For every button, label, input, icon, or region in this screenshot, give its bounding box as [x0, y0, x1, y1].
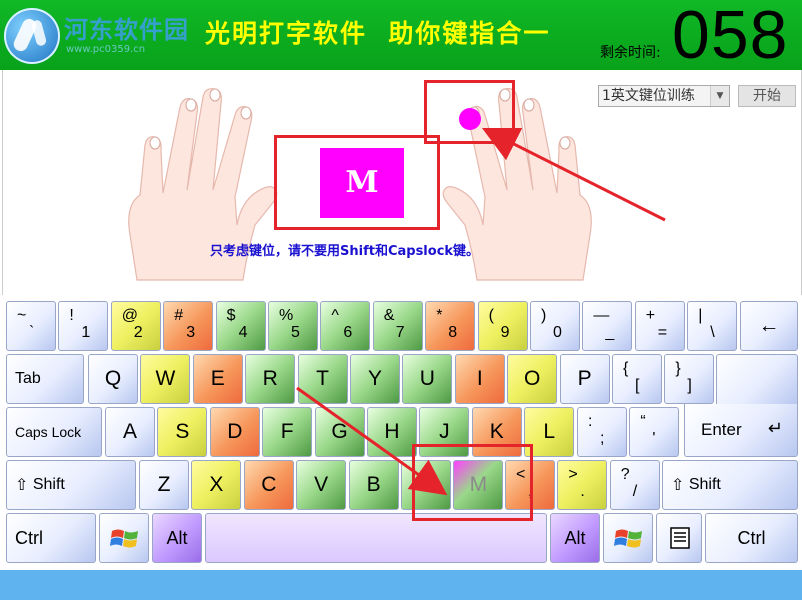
finger-highlight	[424, 80, 515, 144]
key--11[interactable]: — _	[582, 301, 633, 351]
key-0-10[interactable]: ) 0	[530, 301, 580, 351]
target-key-highlight	[274, 135, 440, 230]
mode-select-value: 1英文键位训练	[602, 88, 695, 104]
key-y[interactable]: Y	[350, 354, 400, 404]
site-name: 河东软件园	[64, 15, 189, 44]
timer-label: 剩余时间:	[600, 45, 661, 61]
keyboard-key-highlight	[412, 444, 533, 521]
key-t[interactable]: T	[297, 354, 348, 404]
key-alt-left[interactable]: Alt	[152, 513, 202, 563]
key-6-6[interactable]: ^ 6	[320, 301, 371, 351]
hint-text: 只考虑键位，请不要用Shift和Capslock键。	[210, 244, 480, 259]
key-g[interactable]: G	[314, 407, 365, 457]
key-menu[interactable]	[656, 513, 702, 563]
windows-logo-icon	[614, 529, 642, 548]
key-o[interactable]: O	[507, 354, 558, 404]
key-z[interactable]: Z	[139, 460, 189, 510]
virtual-keyboard: ← Tab Caps Lock Enter ↵ ⇧ Shift ⇧ Shift …	[2, 297, 800, 570]
status-bar	[0, 570, 802, 600]
key-p[interactable]: P	[559, 354, 610, 404]
key-r[interactable]: R	[245, 354, 296, 404]
key-1-1[interactable]: ! 1	[58, 301, 109, 351]
key-2-2[interactable]: @2	[110, 301, 161, 351]
key-7-7[interactable]: & 7	[372, 301, 423, 351]
key-w[interactable]: W	[140, 354, 191, 404]
key-alt-right[interactable]: Alt	[550, 513, 600, 563]
key-5-5[interactable]: % 5	[268, 301, 318, 351]
key-ctrl-right[interactable]: Ctrl	[705, 513, 798, 563]
site-url: www.pc0359.cn	[66, 44, 146, 55]
key-s[interactable]: S	[157, 407, 208, 457]
start-button[interactable]: 开始	[738, 85, 796, 107]
key-u[interactable]: U	[402, 354, 453, 404]
key-c[interactable]: C	[243, 460, 294, 510]
key-d[interactable]: D	[209, 407, 260, 457]
app-title: 光明打字软件 助你键指合一	[205, 19, 551, 48]
key-i[interactable]: I	[454, 354, 505, 404]
menu-icon	[670, 527, 690, 549]
key-punct-b2[interactable]: ? /	[609, 460, 660, 510]
key-a[interactable]: A	[105, 407, 155, 457]
key-bracket-0[interactable]: {[	[612, 354, 662, 404]
key-windows-left[interactable]	[99, 513, 149, 563]
header-bar: 河东软件园 www.pc0359.cn 光明打字软件 助你键指合一 剩余时间: …	[0, 0, 802, 73]
key-v[interactable]: V	[296, 460, 347, 510]
key-f[interactable]: F	[262, 407, 313, 457]
site-logo-icon	[4, 8, 60, 64]
key-9-9[interactable]: (9	[477, 301, 528, 351]
shift-arrow-icon: ⇧	[671, 477, 685, 494]
mode-select[interactable]: 1英文键位训练 ▼	[598, 85, 730, 107]
key-x[interactable]: X	[191, 460, 242, 510]
key-punct-b1[interactable]: >.	[557, 460, 608, 510]
key--13[interactable]: | \	[687, 301, 738, 351]
key-shift-left[interactable]: ⇧ Shift	[6, 460, 136, 510]
key--0[interactable]: ~ `	[6, 301, 56, 351]
key-backspace[interactable]: ←	[740, 301, 798, 351]
key-tab[interactable]: Tab	[6, 354, 84, 404]
timer-value: 058	[672, 0, 789, 73]
key-bracket-1[interactable]: }]	[664, 354, 715, 404]
key-h[interactable]: H	[367, 407, 417, 457]
key-3-3[interactable]: #3	[163, 301, 214, 351]
shift-arrow-icon: ⇧	[15, 477, 29, 494]
key-punct-1[interactable]: “'	[629, 407, 680, 457]
key-caps-lock[interactable]: Caps Lock	[6, 407, 102, 457]
enter-arrow-icon: ↵	[767, 418, 783, 438]
key-shift-right[interactable]: ⇧ Shift	[662, 460, 798, 510]
chevron-down-icon[interactable]: ▼	[710, 86, 729, 106]
key-q[interactable]: Q	[88, 354, 138, 404]
key-4-4[interactable]: $4	[215, 301, 266, 351]
key-enter[interactable]: Enter ↵	[684, 404, 798, 457]
key--12[interactable]: + =	[634, 301, 685, 351]
key-ctrl-left[interactable]: Ctrl	[6, 513, 96, 563]
key-e[interactable]: E	[192, 354, 243, 404]
key-windows-right[interactable]	[603, 513, 653, 563]
key-b[interactable]: B	[348, 460, 399, 510]
key-punct-0[interactable]: :;	[577, 407, 627, 457]
key-8-8[interactable]: * 8	[425, 301, 476, 351]
windows-logo-icon	[110, 529, 138, 548]
key-enter-top[interactable]	[716, 354, 798, 404]
